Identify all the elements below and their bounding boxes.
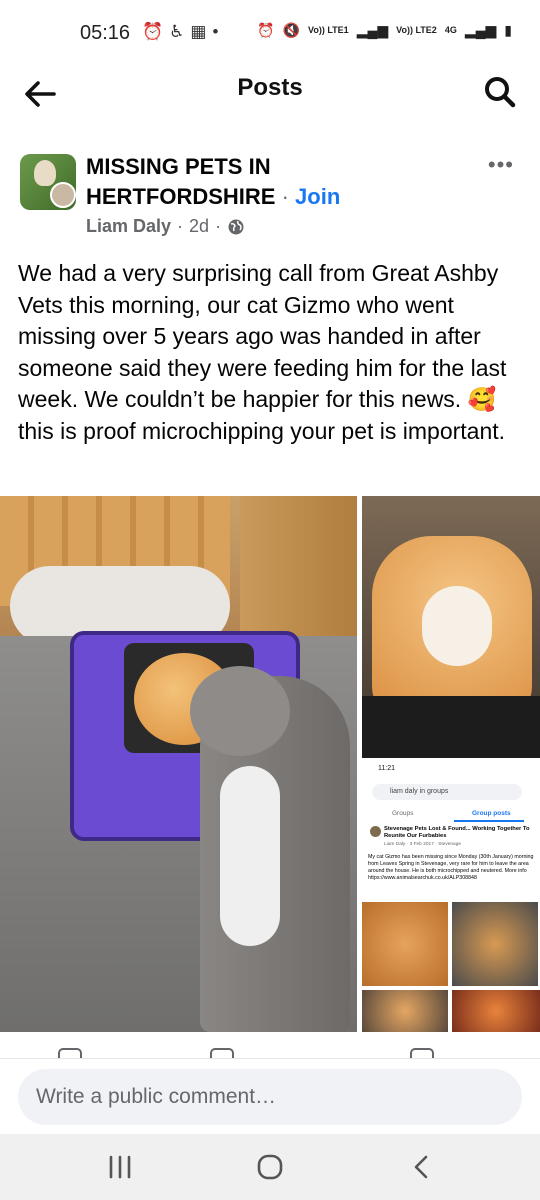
screenshot-post-text: My cat Gizmo has been missing since Mond… [368, 854, 534, 881]
screenshot-thumb [362, 990, 448, 1032]
mute-icon: 🔇 [282, 22, 301, 38]
home-icon [257, 1154, 283, 1180]
dot-icon: • [212, 22, 225, 41]
accessibility-icon: ♿ [169, 22, 191, 41]
nav-back-button[interactable] [402, 1150, 442, 1184]
page-title: Posts [237, 74, 303, 101]
signal-icon: ▂▄▆ [356, 22, 389, 38]
reaction-bar [0, 1036, 540, 1060]
alarm-icon: ⏰ [142, 22, 170, 41]
group-name-link[interactable]: MISSING PETS IN HERTFORDSHIRE [86, 154, 275, 209]
globe-icon [228, 219, 244, 234]
screenshot-status-time: 11:21 [378, 765, 395, 772]
more-options-button[interactable]: ••• [488, 152, 514, 178]
separator: · [177, 216, 184, 236]
photo-screenshot[interactable]: 11:21 liam daly in groups Groups Group p… [362, 762, 540, 1032]
screenshot-search-text: liam daly in groups [372, 784, 522, 800]
post-text: We had a very surprising call from Great… [18, 260, 507, 444]
status-time: 05:16 [80, 22, 131, 44]
screenshot-tabs: Groups Group posts [362, 806, 540, 822]
signal-icon: ▂▄▆ [464, 22, 497, 38]
screenshot-thumb [452, 990, 540, 1032]
status-bar: 05:16 ⏰♿▦• ⏰ 🔇 Vo)) LTE1 ▂▄▆ Vo)) LTE2 4… [0, 0, 540, 64]
comment-input[interactable]: Write a public comment… [18, 1069, 522, 1125]
alarm-icon: ⏰ [257, 22, 275, 38]
screenshot-avatar [370, 826, 381, 837]
photo-orange-cat[interactable] [362, 496, 540, 758]
search-icon [485, 77, 516, 108]
screenshot-thumb [362, 902, 448, 986]
search-button[interactable] [480, 72, 520, 112]
back-chevron-icon [414, 1155, 428, 1179]
group-name-line: MISSING PETS IN HERTFORDSHIRE · Join [86, 152, 446, 212]
system-nav-bar [0, 1134, 540, 1200]
post-time[interactable]: 2d [189, 216, 209, 237]
battery-icon: ▮ [504, 22, 512, 38]
separator: · [281, 184, 289, 209]
grey-cat [190, 666, 350, 1032]
post-meta: Liam Daly · 2d · [86, 216, 245, 237]
screenshot-tab-groups: Groups [392, 810, 414, 817]
screenshot-tab-group-posts: Group posts [472, 810, 511, 817]
sim1-label: Vo)) LTE1 [308, 25, 349, 35]
post-header: MISSING PETS IN HERTFORDSHIRE · Join Lia… [0, 146, 540, 246]
calendar-icon: ▦ [190, 22, 213, 41]
screenshot-post-meta: Liam Daly · 3 Feb 2017 · Stevenage [384, 842, 462, 847]
author-avatar [50, 182, 76, 208]
group-avatar[interactable] [20, 154, 76, 210]
screenshot-thumb [452, 902, 538, 986]
status-left-icons: ⏰♿▦• [142, 22, 224, 42]
separator: · [215, 216, 222, 236]
author-name[interactable]: Liam Daly [86, 216, 171, 237]
recent-apps-button[interactable] [100, 1150, 140, 1184]
sim2-label: Vo)) LTE2 [396, 25, 437, 35]
screenshot-post-title: Stevenage Pets Lost & Found... Working T… [384, 826, 530, 839]
comment-bar: Write a public comment… [0, 1058, 540, 1134]
recent-apps-icon [109, 1155, 131, 1179]
join-button[interactable]: Join [295, 184, 340, 209]
app-header: Posts [0, 64, 540, 120]
network-type-label: 4G [444, 25, 457, 35]
home-button[interactable] [250, 1150, 290, 1184]
photo-grid: 11:21 liam daly in groups Groups Group p… [0, 496, 540, 1032]
status-right-icons: ⏰ 🔇 Vo)) LTE1 ▂▄▆ Vo)) LTE2 4G ▂▄▆ ▮ [257, 22, 512, 39]
photo-cats-in-carrier[interactable] [0, 496, 357, 1032]
